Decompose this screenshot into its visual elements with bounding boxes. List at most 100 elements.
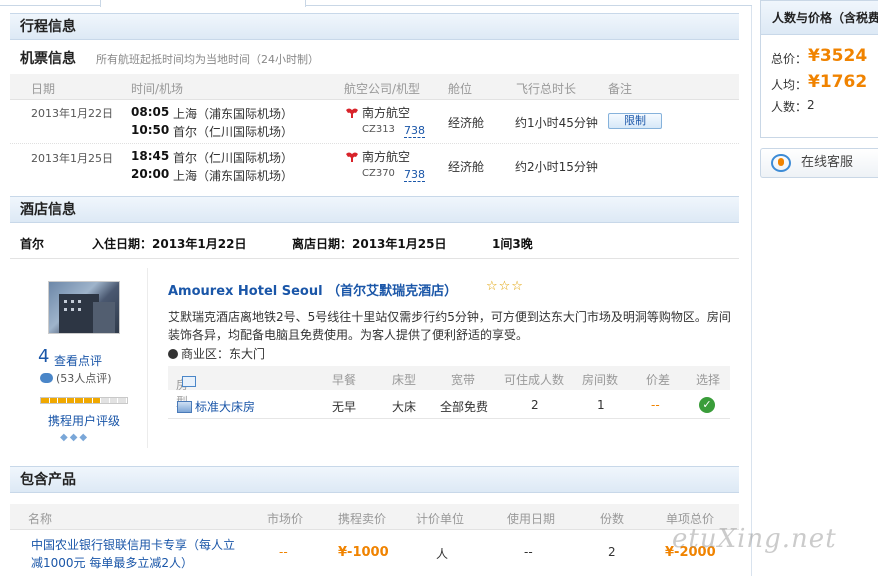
china-southern-logo-icon [346, 108, 358, 118]
people-count: 2 [807, 98, 815, 112]
col-unit: 计价单位 [416, 512, 465, 526]
rating-segment [66, 398, 76, 403]
hotel-photo-window [64, 300, 67, 303]
flight-number: CZ313 [362, 124, 395, 135]
total-price: ¥3524 [808, 46, 868, 66]
room-broadband: 全部免费 [440, 400, 489, 414]
flight-duration: 约2小时15分钟 [515, 160, 598, 174]
room-count: 1 [597, 398, 605, 412]
flight-time-note: 所有航班起抵时间均为当地时间（24小时制） [96, 53, 319, 66]
col-cabin: 舱位 [448, 82, 473, 96]
arrival-time: 10:50 [131, 123, 170, 137]
flight-duration: 约1小时45分钟 [515, 116, 598, 130]
col-market-price: 市场价 [267, 512, 304, 526]
room-bed: 大床 [392, 400, 417, 414]
hotel-city: 首尔 [20, 237, 45, 251]
aircraft-type-link[interactable]: 738 [404, 124, 425, 138]
view-reviews-link[interactable]: 查看点评 [54, 352, 102, 369]
hotel-section-header: 酒店信息 [10, 196, 739, 223]
room-breakfast: 无早 [332, 400, 357, 414]
watermark: etuXing.net [672, 524, 837, 554]
product-quantity: 2 [608, 545, 616, 559]
departure-airport: 上海（浦东国际机场） [173, 107, 294, 121]
hotel-photo-window [71, 300, 74, 303]
rating-segment [101, 398, 110, 403]
col-product-name: 名称 [28, 512, 53, 526]
product-table-header: 名称 市场价 携程卖价 计价单位 使用日期 份数 单项总价 [10, 504, 739, 530]
rating-segment [41, 398, 50, 403]
room-type-link[interactable]: 标准大床房 [177, 398, 255, 415]
products-section-header: 包含产品 [10, 466, 739, 493]
col-remark: 备注 [608, 82, 633, 96]
product-unit: 人 [436, 547, 449, 561]
computer-icon [182, 376, 196, 387]
room-price-diff: -- [651, 398, 660, 412]
flight-number: CZ370 [362, 168, 395, 179]
cabin-class: 经济舱 [448, 116, 485, 130]
airline-name: 南方航空 [345, 148, 410, 165]
hotel-star-icon: ☆☆☆ [486, 279, 524, 294]
customer-service-icon [771, 154, 791, 172]
price-summary-box: 人数与价格（含税费） 总价： ¥3524 人均： ¥1762 人数： 2 [760, 0, 878, 138]
ctrip-rating-link[interactable]: 携程用户评级 [48, 412, 120, 429]
comment-icon [40, 373, 53, 383]
checkout-date: 离店日期：2013年1月25日 [292, 237, 447, 251]
per-person-label: 人均： [771, 78, 808, 92]
flight-date: 2013年1月22日 [31, 107, 113, 120]
arrival-time: 20:00 [131, 167, 170, 181]
col-ctrip-price: 携程卖价 [338, 512, 387, 526]
diamond-rating-icon: ◆◆◆ [60, 432, 90, 443]
col-adults: 可住成人数 [504, 373, 565, 387]
photo-icon [177, 401, 192, 413]
col-select: 选择 [696, 373, 721, 387]
col-date: 日期 [31, 82, 56, 96]
departure-time: 18:45 [131, 149, 170, 163]
online-service-button[interactable]: 在线客服 [760, 148, 878, 178]
china-southern-logo-icon [346, 152, 358, 162]
flight-date: 2013年1月25日 [31, 152, 113, 165]
col-quantity: 份数 [600, 512, 625, 526]
total-price-label: 总价： [771, 52, 808, 66]
aircraft-type-link[interactable]: 738 [404, 168, 425, 182]
hotel-name-link[interactable]: Amourex Hotel Seoul （首尔艾默瑞克酒店） [168, 280, 457, 299]
hotel-photo-window [64, 308, 67, 311]
room-nights: 1间3晚 [492, 237, 533, 251]
hotel-photo-window [78, 300, 81, 303]
departure-airport: 首尔（仁川国际机场） [173, 151, 294, 165]
product-name-link-line2[interactable]: 减1000元 每单最多立减2人） [31, 554, 193, 571]
restriction-button[interactable]: 限制 [608, 113, 662, 129]
rating-segment [109, 398, 119, 403]
hotel-description-line2: 装饰各异，均配备电脑且免费使用。为客人提供了便利舒适的享受。 [168, 328, 529, 342]
hotel-district: 商业区：东大门 [168, 345, 265, 362]
product-use-date: -- [524, 545, 533, 559]
arrival-airport: 上海（浦东国际机场） [173, 169, 294, 183]
price-summary-title: 人数与价格（含税费） [761, 1, 878, 35]
col-rooms: 房间数 [582, 373, 619, 387]
col-bed: 床型 [392, 373, 417, 387]
col-duration: 飞行总时长 [516, 82, 577, 96]
rating-segment [118, 398, 127, 403]
col-time-airport: 时间/机场 [131, 82, 184, 96]
row-divider [10, 143, 739, 144]
itinerary-section-header: 行程信息 [10, 13, 739, 40]
hotel-photo[interactable] [48, 281, 120, 334]
hotel-photo-window [71, 308, 74, 311]
hotel-description-line1: 艾默瑞克酒店离地铁2号、5号线往十里站仅需步行约5分钟，可方便到达东大门市场及明… [168, 310, 731, 324]
product-name-link[interactable]: 中国农业银行银联信用卡专享（每人立 [31, 536, 235, 553]
col-airline: 航空公司/机型 [344, 82, 421, 96]
col-broadband: 宽带 [451, 373, 476, 387]
row-divider [168, 418, 730, 419]
hotel-photo-window [78, 308, 81, 311]
departure-time: 08:05 [131, 105, 170, 119]
review-count: (53人点评) [40, 370, 112, 386]
user-rating-bar [40, 397, 128, 404]
per-person-price: ¥1762 [808, 72, 868, 92]
selected-check-icon[interactable]: ✓ [699, 397, 715, 413]
product-price: ¥-1000 [338, 545, 389, 560]
col-use-date: 使用日期 [507, 512, 556, 526]
rating-segment [83, 398, 93, 403]
hotel-score: 4 [38, 346, 50, 367]
col-price-diff: 价差 [646, 373, 671, 387]
people-label: 人数： [771, 100, 808, 114]
checkin-date: 入住日期：2013年1月22日 [92, 237, 247, 251]
